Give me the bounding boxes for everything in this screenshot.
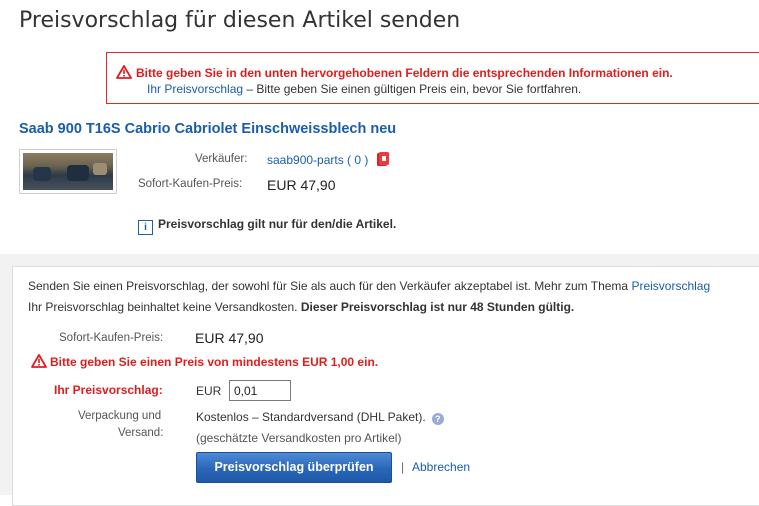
shipping-sub: (geschätzte Versandkosten pro Artikel) (196, 431, 402, 445)
offer-intro: Senden Sie einen Preisvorschlag, der sow… (28, 279, 710, 293)
error-box: Bitte geben Sie in den unten hervorgehob… (106, 52, 759, 104)
error-message-text: Bitte geben Sie in den unten hervorgehob… (136, 66, 673, 80)
seller-name-link[interactable]: saab900-parts (267, 153, 344, 167)
seller-info: saab900-parts ( 0 ) (267, 151, 390, 167)
item-image (23, 153, 113, 190)
error-message: Bitte geben Sie in den unten hervorgehob… (116, 65, 673, 80)
warning-icon (31, 354, 47, 368)
item-thumbnail[interactable] (19, 149, 117, 194)
info-icon: i (138, 220, 153, 235)
shipping-label-line1: Verpackung und (78, 410, 162, 422)
buy-now-label: Sofort-Kaufen-Preis: (138, 178, 243, 190)
error-detail-text: – Bitte geben Sie einen gültigen Preis e… (243, 82, 582, 96)
offer-error: Bitte geben Sie einen Preis von mindeste… (31, 354, 378, 369)
seller-badge-icon[interactable] (376, 151, 390, 167)
form-buy-now-price: EUR 47,90 (195, 330, 264, 346)
error-detail: Ihr Preisvorschlag – Bitte geben Sie ein… (147, 82, 581, 96)
offer-intro-text: Senden Sie einen Preisvorschlag, der sow… (28, 279, 632, 293)
seller-feedback-open: ( (343, 153, 355, 167)
offer-scope-note: i Preisvorschlag gilt nur für den/die Art… (138, 217, 396, 235)
cancel-link[interactable]: Abbrechen (412, 460, 470, 474)
offer-input[interactable] (229, 380, 291, 401)
offer-scope-note-text: Preisvorschlag gilt nur für den/die Arti… (158, 217, 397, 231)
review-offer-button[interactable]: Preisvorschlag überprüfen (196, 452, 392, 483)
item-title-link[interactable]: Saab 900 T16S Cabrio Cabriolet Einschwei… (19, 121, 396, 137)
offer-currency: EUR (196, 384, 222, 398)
buy-now-price: EUR 47,90 (267, 177, 336, 193)
form-buy-now-label: Sofort-Kaufen-Preis: (59, 332, 164, 344)
warning-icon (116, 65, 132, 79)
shipping-note: Ihr Preisvorschlag beinhaltet keine Vers… (28, 300, 301, 314)
shipping-label-line2: Versand: (118, 427, 164, 439)
offer-help-link[interactable]: Preisvorschlag (631, 279, 710, 293)
seller-feedback-close: ) (361, 153, 369, 167)
shipping-value-text: Kostenlos – Standardversand (DHL Paket). (196, 410, 426, 424)
help-icon[interactable]: ? (431, 413, 444, 425)
offer-field-link[interactable]: Ihr Preisvorschlag (147, 82, 243, 96)
button-separator: | (401, 460, 405, 474)
offer-label: Ihr Preisvorschlag: (54, 383, 163, 397)
page-title: Preisvorschlag für diesen Artikel senden (19, 8, 461, 33)
validity-note: Dieser Preisvorschlag ist nur 48 Stunden… (300, 300, 575, 314)
shipping-value: Kostenlos – Standardversand (DHL Paket).… (196, 410, 444, 425)
seller-label: Verkäufer: (195, 153, 248, 165)
offer-error-text: Bitte geben Sie einen Preis von mindeste… (50, 355, 379, 369)
offer-conditions: Ihr Preisvorschlag beinhaltet keine Vers… (28, 300, 574, 314)
